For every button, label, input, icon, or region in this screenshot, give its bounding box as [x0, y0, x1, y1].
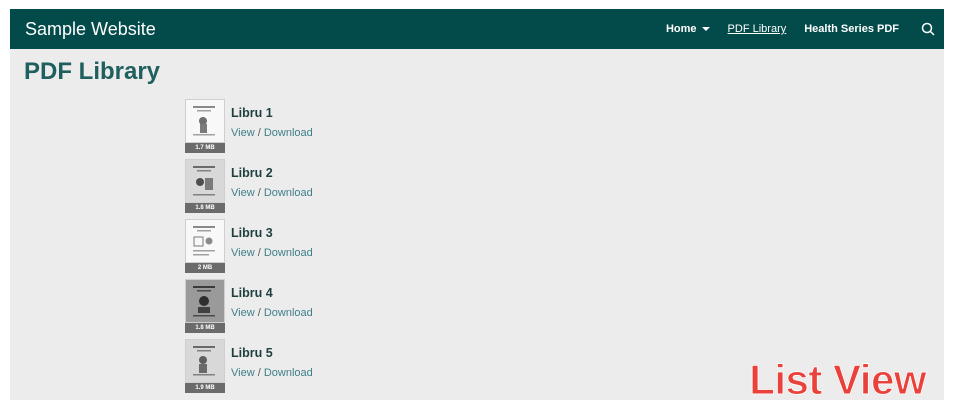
download-link[interactable]: Download: [264, 187, 313, 199]
view-link[interactable]: View: [231, 187, 255, 199]
pdf-title[interactable]: Libru 1: [231, 106, 273, 120]
nav-links: Home PDF Library Health Series PDF: [666, 9, 944, 49]
pdf-actions: View / Download: [231, 247, 313, 260]
nav-pdf-library-label: PDF Library: [727, 23, 787, 35]
file-size-badge: 1.8 MB: [185, 203, 225, 213]
download-link[interactable]: Download: [264, 127, 313, 139]
pdf-title[interactable]: Libru 5: [231, 346, 273, 360]
pdf-actions: View / Download: [231, 127, 313, 140]
pdf-actions: View / Download: [231, 187, 313, 200]
pdf-list-item: 1.9 MB Libru 5 View / Download: [185, 339, 485, 395]
pdf-thumbnail[interactable]: 1.8 MB: [185, 279, 225, 335]
list-view-overlay-label: List View: [749, 356, 927, 403]
download-link[interactable]: Download: [264, 367, 313, 379]
pdf-title[interactable]: Libru 3: [231, 226, 273, 240]
pdf-list-item: 1.8 MB Libru 4 View / Download: [185, 279, 485, 335]
document-cover-icon: [193, 106, 215, 136]
pdf-thumbnail[interactable]: 1.9 MB: [185, 339, 225, 395]
top-navbar: Sample Website Home PDF Library Health S…: [10, 9, 944, 49]
pdf-list-item: 1.8 MB Libru 2 View / Download: [185, 159, 485, 215]
page-frame: Sample Website Home PDF Library Health S…: [10, 9, 944, 403]
document-cover-icon: [193, 226, 215, 256]
page-title: PDF Library: [24, 58, 161, 85]
pdf-thumbnail[interactable]: 1.7 MB: [185, 99, 225, 155]
caret-down-icon: [701, 27, 710, 31]
pdf-list-item: 2 MB Libru 3 View / Download: [185, 219, 485, 275]
pdf-title[interactable]: Libru 4: [231, 286, 273, 300]
search-button[interactable]: [919, 20, 937, 38]
file-size-badge: 1.8 MB: [185, 323, 225, 333]
site-brand[interactable]: Sample Website: [25, 18, 156, 40]
file-size-badge: 2 MB: [185, 263, 225, 273]
file-size-badge: 1.7 MB: [185, 143, 225, 153]
nav-pdf-library[interactable]: PDF Library: [728, 23, 787, 35]
pdf-actions: View / Download: [231, 307, 313, 320]
nav-home[interactable]: Home: [666, 23, 710, 35]
pdf-thumbnail[interactable]: 1.8 MB: [185, 159, 225, 215]
nav-health-series-label: Health Series PDF: [804, 23, 899, 35]
document-cover-icon: [193, 166, 215, 196]
download-link[interactable]: Download: [264, 247, 313, 259]
document-cover-icon: [193, 286, 215, 317]
nav-health-series-pdf[interactable]: Health Series PDF: [804, 23, 899, 35]
view-link[interactable]: View: [231, 127, 255, 139]
view-link[interactable]: View: [231, 367, 255, 379]
pdf-actions: View / Download: [231, 367, 313, 380]
download-link[interactable]: Download: [264, 307, 313, 319]
pdf-title[interactable]: Libru 2: [231, 166, 273, 180]
nav-home-label: Home: [665, 23, 697, 35]
pdf-thumbnail[interactable]: 2 MB: [185, 219, 225, 275]
pdf-list-item: 1.7 MB Libru 1 View / Download: [185, 99, 485, 155]
view-link[interactable]: View: [231, 247, 255, 259]
search-icon: [921, 22, 935, 36]
file-size-badge: 1.9 MB: [185, 383, 225, 393]
view-link[interactable]: View: [231, 307, 255, 319]
document-cover-icon: [193, 346, 215, 376]
